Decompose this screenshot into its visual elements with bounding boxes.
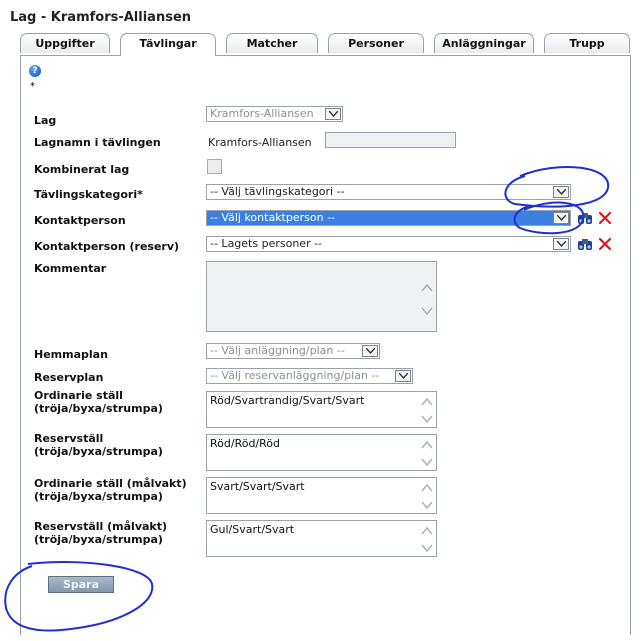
annotation-circle-kategori: [504, 165, 610, 208]
annotation-circle-spara: [4, 561, 154, 632]
tab-tavlingar[interactable]: Tävlingar: [120, 33, 216, 56]
annotation-overlay: [4, 165, 610, 632]
